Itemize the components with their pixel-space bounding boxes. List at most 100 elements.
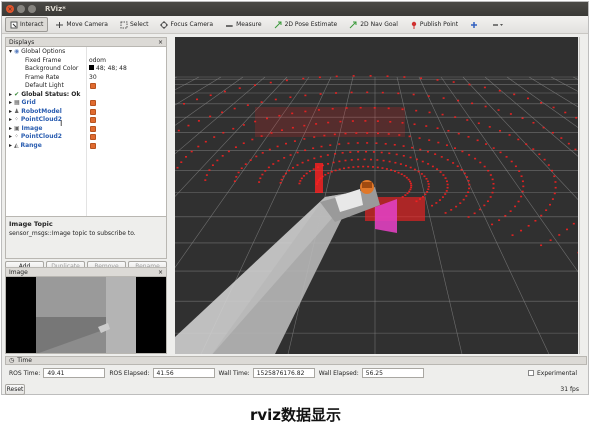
expand-arrow-icon[interactable]: ▸	[9, 91, 12, 98]
laser-point	[499, 151, 502, 154]
laser-point	[442, 174, 445, 176]
pose-estimate-tool-button[interactable]: 2D Pose Estimate	[269, 17, 343, 32]
laser-point	[517, 138, 520, 141]
expand-arrow-icon[interactable]: ▸	[9, 108, 12, 115]
right-dock-collapsed[interactable]	[579, 37, 587, 354]
bg-color-text: 48; 48; 48	[96, 65, 127, 72]
tree-row-global-status[interactable]: ▸ ✔ Global Status: Ok	[9, 91, 80, 100]
image-panel-header: Image ×	[5, 267, 167, 277]
laser-point	[283, 157, 286, 159]
focus-camera-label: Focus Camera	[170, 21, 214, 28]
laser-point	[478, 208, 481, 211]
tree-row-default-light[interactable]: Default Light	[25, 82, 64, 91]
laser-point	[357, 158, 360, 161]
laser-point	[411, 146, 414, 149]
grid-line	[440, 76, 578, 273]
collapse-arrow-icon[interactable]: ▾	[9, 48, 12, 55]
mouse-cursor-icon: I	[60, 119, 63, 128]
publish-point-tool-button[interactable]: Publish Point	[405, 17, 463, 32]
maximize-icon[interactable]	[28, 5, 36, 13]
select-tool-button[interactable]: Select	[115, 17, 154, 32]
close-icon[interactable]: ×	[158, 39, 163, 46]
laser-point	[292, 166, 295, 169]
pointcloud2-checkbox[interactable]	[90, 117, 96, 123]
tree-row-fixed-frame[interactable]: Fixed Frame	[25, 57, 61, 66]
measure-tool-button[interactable]: Measure	[220, 17, 267, 32]
experimental-checkbox[interactable]	[527, 370, 534, 376]
laser-point	[221, 111, 224, 114]
laser-point	[209, 115, 212, 118]
tree-row-robotmodel[interactable]: ▸ ♟ RobotModel	[9, 108, 62, 117]
range-checkbox[interactable]	[90, 142, 96, 149]
tree-row-pointcloud2-b[interactable]: ▸ ⁘ PointCloud2	[9, 133, 62, 142]
robotmodel-checkbox[interactable]	[90, 108, 96, 115]
reset-button[interactable]: Reset	[5, 384, 25, 395]
laser-point	[397, 171, 400, 174]
laser-point	[344, 159, 347, 162]
laser-point	[197, 145, 200, 148]
laser-point	[264, 170, 267, 172]
figure-caption: rviz数据显示	[249, 406, 342, 424]
move-camera-tool-button[interactable]: Move Camera	[50, 17, 113, 32]
pointcloud-icon: ⁘	[13, 133, 19, 140]
frame-rate-value[interactable]: 30	[89, 74, 97, 81]
move-camera-icon	[56, 21, 64, 28]
laser-point	[369, 158, 372, 161]
add-tool-button[interactable]	[465, 17, 485, 32]
grid-checkbox[interactable]	[90, 100, 96, 106]
laser-point	[293, 140, 296, 142]
focus-camera-tool-button[interactable]: Focus Camera	[155, 17, 218, 32]
laser-point	[521, 190, 524, 193]
fps-counter: 31 fps	[560, 386, 579, 393]
tree-row-image[interactable]: ▸ ▣ Image	[9, 125, 42, 134]
laser-point	[487, 169, 490, 172]
tree-row-grid[interactable]: ▸ ▦ Grid	[9, 99, 36, 108]
tree-row-background-color[interactable]: Background Color	[25, 65, 78, 74]
expand-arrow-icon[interactable]: ▸	[9, 116, 12, 123]
tree-row-pointcloud2-a[interactable]: ▸ ⁘ PointCloud2	[9, 116, 62, 125]
camera-image	[36, 277, 136, 353]
tree-row-range[interactable]: ▸ ◭ Range	[9, 142, 42, 151]
fixed-frame-value[interactable]: odom	[89, 57, 106, 64]
3d-render-view[interactable]	[175, 37, 578, 354]
minimize-icon[interactable]	[17, 5, 25, 13]
wall-time-field[interactable]: 1525876176.82	[252, 368, 315, 378]
expand-arrow-icon[interactable]: ▸	[9, 142, 12, 149]
bg-color-value[interactable]: 48; 48; 48	[89, 65, 127, 72]
laser-point	[204, 179, 207, 181]
interact-tool-button[interactable]: Interact	[5, 17, 49, 32]
ros-elapsed-field[interactable]: 41.56	[152, 368, 215, 378]
pointcloud-icon: ⁘	[13, 116, 19, 123]
laser-point	[408, 190, 411, 193]
laser-point	[441, 196, 444, 198]
laser-point	[240, 167, 243, 170]
tree-row-global-options[interactable]: ▾ ◉ Global Options	[9, 48, 65, 57]
laser-point	[227, 150, 230, 153]
default-light-checkbox[interactable]	[90, 83, 96, 89]
laser-point	[335, 92, 338, 94]
ros-time-field[interactable]: 49.41	[43, 368, 106, 378]
laser-point	[372, 151, 375, 153]
laser-point	[259, 177, 262, 180]
laser-point	[255, 155, 258, 158]
expand-arrow-icon[interactable]: ▸	[9, 99, 12, 106]
laser-point	[431, 165, 434, 168]
wall-elapsed-field[interactable]: 56.25	[361, 368, 424, 378]
tree-row-frame-rate[interactable]: Frame Rate	[25, 74, 59, 83]
nav-goal-tool-button[interactable]: 2D Nav Goal	[344, 17, 403, 32]
laser-point	[466, 119, 469, 121]
expand-arrow-icon[interactable]: ▸	[9, 125, 12, 132]
remove-tool-button[interactable]	[487, 17, 511, 32]
pointcloud2-checkbox[interactable]	[90, 134, 96, 140]
displays-tree[interactable]: ▾ ◉ Global Options Fixed Frame odom Back…	[5, 47, 167, 217]
close-icon[interactable]: ×	[6, 5, 14, 13]
laser-point	[420, 77, 423, 80]
color-swatch	[89, 65, 94, 70]
global-status-label: Global Status: Ok	[21, 90, 81, 98]
laser-point	[388, 152, 391, 155]
image-checkbox[interactable]	[90, 125, 96, 132]
laser-point	[549, 239, 552, 242]
close-icon[interactable]: ×	[158, 269, 163, 276]
expand-arrow-icon[interactable]: ▸	[9, 133, 12, 140]
laser-point	[318, 76, 321, 79]
